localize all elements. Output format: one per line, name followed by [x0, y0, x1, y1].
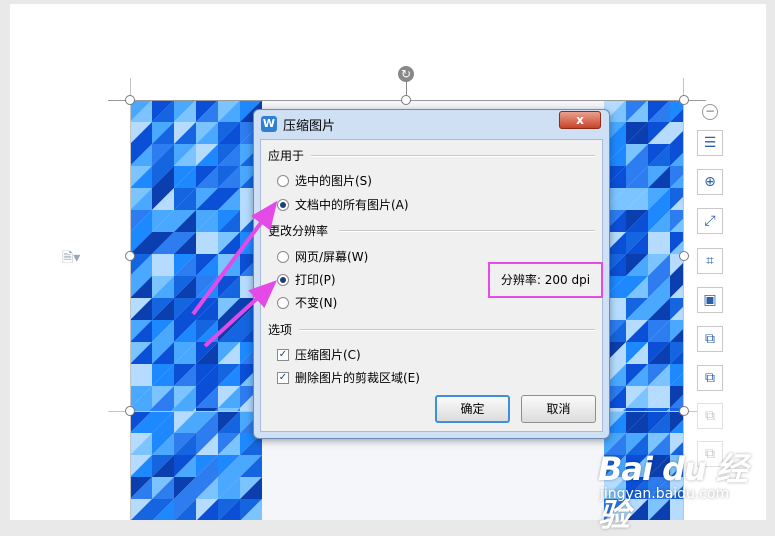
arrow-to-print: [203, 280, 277, 348]
baidu-watermark: Bai du 经验 jingyan.baidu.com: [598, 436, 768, 534]
arrow-to-all-pictures: [191, 200, 278, 316]
watermark-url: jingyan.baidu.com: [600, 486, 730, 502]
